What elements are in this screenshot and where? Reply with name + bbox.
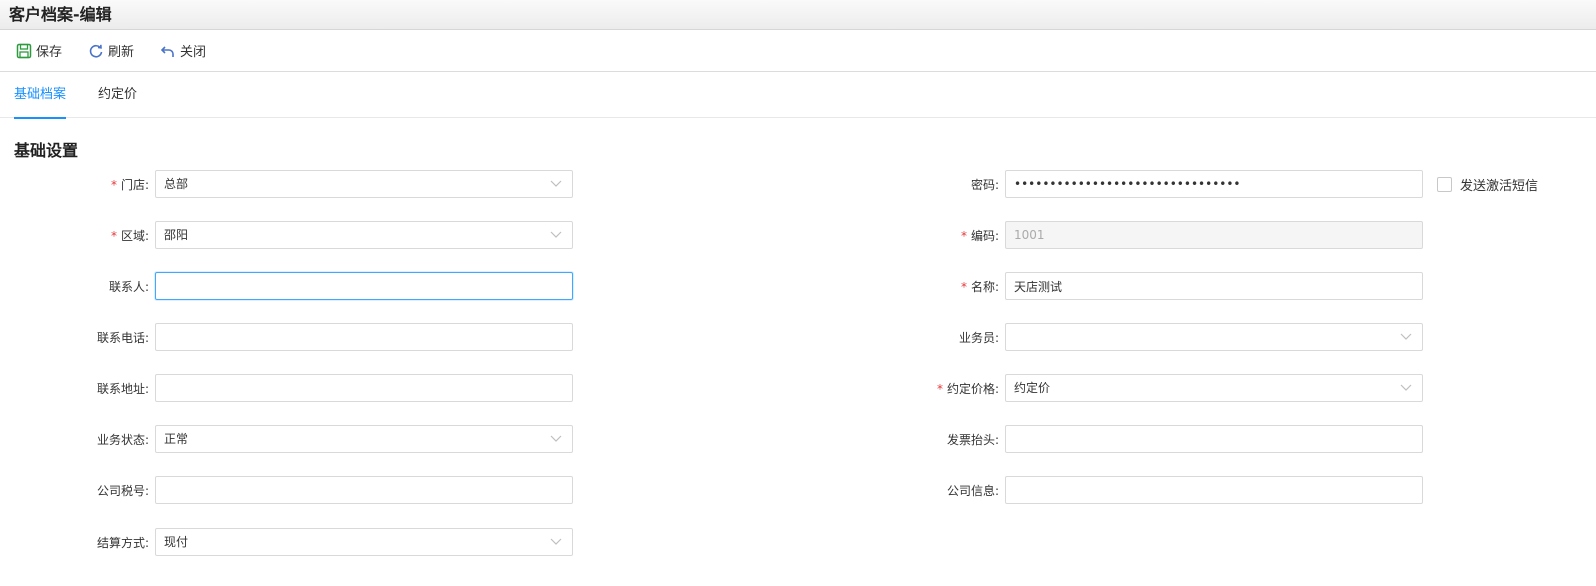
phone-label: 联系电话:: [96, 330, 149, 345]
price-row: * 约定价格: 约定价: [800, 374, 1423, 402]
checkbox-box[interactable]: [1437, 176, 1452, 192]
price-value: 约定价: [1014, 381, 1051, 395]
salesman-label: 业务员:: [958, 330, 999, 345]
refresh-icon: [89, 44, 103, 58]
status-row: 业务状态: 正常: [0, 425, 573, 453]
region-row: * 区域: 邵阳: [0, 221, 573, 249]
save-label: 保存: [36, 45, 63, 60]
contact-row: 联系人:: [0, 272, 573, 300]
code-label: 编码:: [970, 228, 999, 243]
password-label: 密码:: [970, 177, 999, 192]
address-input[interactable]: [155, 374, 573, 402]
refresh-label: 刷新: [108, 45, 135, 60]
status-label: 业务状态:: [96, 432, 149, 447]
chevron-down-icon: [550, 231, 562, 238]
refresh-button[interactable]: 刷新: [88, 41, 134, 60]
price-select[interactable]: 约定价: [1005, 374, 1423, 402]
phone-row: 联系电话:: [0, 323, 573, 351]
settle-select[interactable]: 现付: [155, 528, 573, 556]
required-mark: *: [110, 177, 117, 192]
salesman-select[interactable]: [1005, 323, 1423, 351]
invoice-input[interactable]: [1005, 425, 1423, 453]
contact-input[interactable]: [155, 272, 573, 300]
chevron-down-icon: [550, 538, 562, 545]
required-mark: *: [960, 279, 967, 294]
tab-bar: 基础档案 约定价: [0, 72, 1596, 119]
chevron-down-icon: [1400, 333, 1412, 340]
status-value: 正常: [164, 432, 189, 446]
close-button[interactable]: 关闭: [160, 41, 206, 60]
required-mark: *: [110, 228, 117, 243]
info-input[interactable]: [1005, 476, 1423, 504]
settle-value: 现付: [164, 535, 189, 549]
region-select[interactable]: 邵阳: [155, 221, 573, 249]
invoice-label: 发票抬头:: [946, 432, 999, 447]
taxno-input[interactable]: [155, 476, 573, 504]
store-label: 门店:: [120, 177, 149, 192]
chevron-down-icon: [1400, 384, 1412, 391]
address-row: 联系地址:: [0, 374, 573, 402]
send-sms-label: 发送激活短信: [1460, 178, 1539, 194]
close-label: 关闭: [180, 45, 207, 60]
taxno-row: 公司税号:: [0, 476, 573, 504]
password-row: 密码: 发送激活短信: [800, 170, 1538, 198]
region-label: 区域:: [120, 228, 149, 243]
save-icon: [16, 43, 32, 58]
password-input[interactable]: [1005, 170, 1423, 198]
phone-input[interactable]: [155, 323, 573, 351]
store-select[interactable]: 总部: [155, 170, 573, 198]
settle-row: 结算方式: 现付: [0, 528, 573, 556]
address-label: 联系地址:: [96, 381, 149, 396]
status-select[interactable]: 正常: [155, 425, 573, 453]
undo-icon: [160, 45, 174, 57]
name-input[interactable]: [1005, 272, 1423, 300]
tab-agreed-price[interactable]: 约定价: [98, 72, 137, 118]
store-row: * 门店: 总部: [0, 170, 573, 198]
code-row: * 编码:: [800, 221, 1423, 249]
settle-label: 结算方式:: [96, 535, 149, 550]
send-sms-checkbox[interactable]: 发送激活短信: [1437, 175, 1538, 194]
section-title: 基础设置: [14, 141, 79, 160]
info-label: 公司信息:: [946, 483, 999, 498]
taxno-label: 公司税号:: [96, 483, 149, 498]
store-value: 总部: [164, 177, 189, 191]
toolbar: 保存 刷新 关闭: [0, 30, 1596, 72]
info-row: 公司信息:: [800, 476, 1423, 504]
name-row: * 名称:: [800, 272, 1423, 300]
price-label: 约定价格:: [946, 381, 999, 396]
save-button[interactable]: 保存: [16, 41, 62, 60]
required-mark: *: [936, 381, 943, 396]
code-input: [1005, 221, 1423, 249]
contact-label: 联系人:: [108, 279, 149, 294]
chevron-down-icon: [550, 180, 562, 187]
salesman-row: 业务员:: [800, 323, 1423, 351]
invoice-row: 发票抬头:: [800, 425, 1423, 453]
region-value: 邵阳: [164, 228, 189, 242]
tab-basic-profile[interactable]: 基础档案: [14, 72, 67, 119]
required-mark: *: [960, 228, 967, 243]
name-label: 名称:: [970, 279, 999, 294]
chevron-down-icon: [550, 435, 562, 442]
window-title: 客户档案-编辑: [0, 0, 1596, 30]
